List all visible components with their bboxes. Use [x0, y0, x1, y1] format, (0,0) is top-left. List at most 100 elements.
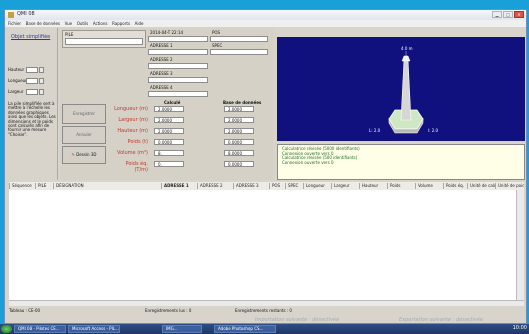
vertical-scrollbar[interactable] [516, 190, 524, 300]
ref-1-input[interactable] [148, 49, 208, 55]
menu-base-de-donnees[interactable]: Base de données [26, 20, 60, 27]
col-pos[interactable]: POS [269, 183, 285, 189]
date-input[interactable] [148, 36, 208, 42]
pile-box: PILE [62, 30, 146, 48]
clock: 10:00 [512, 325, 527, 331]
ref-3-label: ADRESSE 3 [150, 71, 173, 76]
form-panel: PILE 2014-04-T 22:14 POS ADRESSE 1 SPEC … [60, 28, 273, 180]
menu-rapports[interactable]: Rapports [112, 20, 130, 27]
width-spinner[interactable] [39, 89, 44, 95]
height-db-value[interactable]: 2.0000 [224, 128, 254, 134]
save-button[interactable]: Enregistrer [62, 104, 106, 124]
col-spec[interactable]: SPEC [285, 183, 303, 189]
col-weight-unit[interactable]: Unité de poids [495, 183, 524, 189]
pos-input[interactable] [210, 36, 268, 42]
length-spinner[interactable] [39, 78, 44, 84]
col-designation[interactable]: DÉSIGNATION [53, 183, 161, 189]
taskbar-item[interactable]: IMG... [162, 325, 202, 333]
length-row-label: Longueur (m) [114, 106, 148, 112]
pile-input[interactable] [65, 38, 143, 45]
ref-4-label: ADRESSE 4 [150, 85, 173, 90]
taskbar-item[interactable]: Microsoft Access - PIL... [68, 325, 120, 333]
height-field-row: Hauteur [8, 67, 44, 73]
taskbar-item[interactable]: QMI 08 - Pilotes CE... [14, 325, 66, 333]
weight-row-label: Poids (t) [127, 139, 148, 145]
3d-view[interactable]: 4.0 m L: 2.0 l: 2.0 [277, 37, 525, 141]
maximize-icon[interactable]: □ [503, 11, 513, 18]
pile-top [401, 55, 411, 62]
title-bar: QMI 08 ▁ □ ✕ [5, 10, 526, 20]
pile-label: PILE [65, 32, 74, 37]
col-address-2[interactable]: ADRESSE 2 [197, 183, 233, 189]
height-spinner[interactable] [39, 67, 44, 73]
log-line: Connexion ouverte vers 0 [282, 159, 334, 165]
height-row-label: Hauteur (m) [117, 128, 148, 134]
eq-weight-db-value[interactable]: 0.0000 [224, 161, 254, 167]
col-length[interactable]: Longueur [303, 183, 331, 189]
main-window: QMI 08 ▁ □ ✕ Fichier Base de données Vue O… [4, 9, 527, 324]
length-input[interactable] [26, 78, 38, 84]
help-text: La pile simplifiée sert à mettre à l'éch… [8, 101, 56, 137]
menu-vue[interactable]: Vue [65, 20, 72, 27]
menu-fichier[interactable]: Fichier [8, 20, 21, 27]
col-pile[interactable]: PILE [35, 183, 53, 189]
menu-outils[interactable]: Outils [77, 20, 89, 27]
menu-actions[interactable]: Actions [93, 20, 108, 27]
volume-db-value[interactable]: 8.0000 [224, 150, 254, 156]
eq-weight-calc-value[interactable]: 0. [154, 161, 184, 167]
draw-3d-label: Dessin 3D [76, 152, 97, 157]
pile-shaft [400, 58, 412, 121]
minimize-icon[interactable]: ▁ [492, 11, 502, 18]
volume-calc-value[interactable]: 8. [154, 150, 184, 156]
ref-2-input[interactable] [148, 63, 208, 69]
weight-db-value[interactable]: 0.0000 [224, 139, 254, 145]
status-bar: Tableau : CE-00 Enregistrements lus : 0 … [5, 307, 526, 315]
status-table: Tableau : CE-00 [9, 308, 41, 313]
col-volume[interactable]: Volume [415, 183, 443, 189]
length-db-value[interactable]: 2.0000 [224, 106, 254, 112]
height-calc-value[interactable]: 2.0000 [154, 128, 184, 134]
table-body[interactable] [9, 190, 516, 300]
window-title: QMI 08 [17, 11, 35, 17]
pos2-label: SPEC [212, 43, 223, 48]
col-width[interactable]: Largeur [331, 183, 359, 189]
menu-aide[interactable]: Aide [135, 20, 144, 27]
col-eq-weight[interactable]: Poids éq. [443, 183, 467, 189]
horizontal-scrollbar[interactable] [9, 300, 524, 306]
pile-3d-drawing: 4.0 m L: 2.0 l: 2.0 [369, 46, 439, 134]
date-text: 2014-04-T 22:14 [150, 30, 184, 35]
width-db-value[interactable]: 2.0000 [224, 117, 254, 123]
import-export-status: Importation suivante : désactivée Export… [5, 316, 526, 323]
start-button[interactable] [1, 325, 12, 333]
pos2-input[interactable] [210, 49, 268, 55]
col-calc-unit[interactable]: Unité de calcul [467, 183, 495, 189]
width-field-row: Largeur [8, 89, 44, 95]
height-input[interactable] [26, 67, 38, 73]
weight-calc-value[interactable]: 0.0000 [154, 139, 184, 145]
col-address-1[interactable]: ADRESSE 1 [161, 183, 197, 189]
volume-row-label: Volume (m³) [117, 150, 148, 156]
object-simplified-link[interactable]: Objet simplifiée [11, 34, 50, 40]
ref-4-input[interactable] [148, 91, 208, 97]
app-icon [8, 12, 14, 18]
height-label: Hauteur [8, 67, 25, 72]
cancel-button[interactable]: Annuler [62, 126, 106, 144]
width-calc-value[interactable]: 2.0000 [154, 117, 184, 123]
menu-bar: Fichier Base de données Vue Outils Actio… [5, 20, 526, 27]
ref-3-input[interactable] [148, 77, 208, 83]
width-input[interactable] [26, 89, 38, 95]
database-column-header: Base de données [223, 100, 262, 105]
import-status: Importation suivante : désactivée [255, 317, 340, 323]
col-weight[interactable]: Poids [387, 183, 415, 189]
col-height[interactable]: Hauteur [359, 183, 387, 189]
height-dimension-label: 4.0 m [401, 46, 413, 51]
taskbar-item[interactable]: Adobe Photoshop CS... [214, 325, 276, 333]
draw-3d-button[interactable]: ✎ Dessin 3D [62, 146, 106, 164]
status-records-read: Enregistrements lus : 0 [145, 308, 192, 313]
col-address-3[interactable]: ADRESSE 3 [233, 183, 269, 189]
close-icon[interactable]: ✕ [514, 11, 524, 18]
length-calc-value[interactable]: 2.0000 [154, 106, 184, 112]
export-status: Exportation suivante : désactivée [399, 317, 483, 323]
calculated-column-header: Calculé [164, 100, 181, 105]
col-sequence[interactable]: Séquence [9, 183, 35, 189]
